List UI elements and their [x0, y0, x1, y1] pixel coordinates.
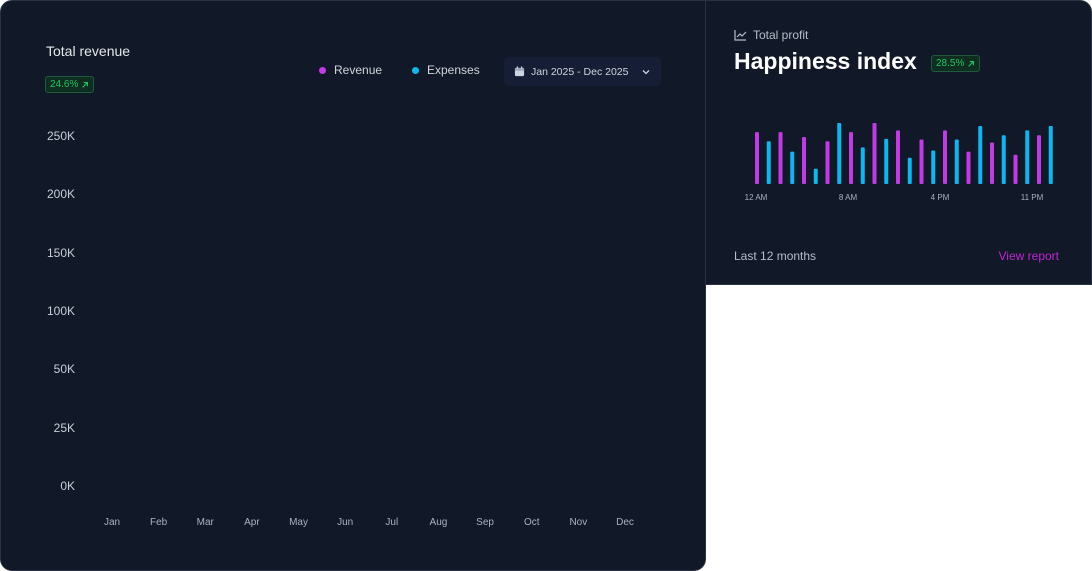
happiness-bar [778, 132, 783, 184]
profit-card-header: Total profit [734, 28, 808, 42]
total-profit-card: Total profit Happiness index 28.5% 12 AM… [705, 0, 1092, 285]
x-tick-label: Nov [569, 517, 588, 528]
calendar-icon [514, 66, 525, 77]
profit-change-value: 28.5% [936, 58, 965, 69]
revenue-legend-dot [319, 66, 326, 74]
legend-expenses: Expenses [412, 63, 480, 77]
y-tick-label: 150K [46, 245, 75, 260]
profit-change-badge: 28.5% [931, 55, 981, 72]
mini-x-tick-label: 11 PM [1021, 193, 1044, 202]
legend-expenses-label: Expenses [427, 63, 480, 77]
expenses-legend-dot [412, 66, 419, 74]
view-report-link[interactable]: View report [999, 249, 1059, 263]
y-tick-label: 25K [53, 420, 75, 435]
x-tick-label: Dec [616, 517, 634, 528]
happiness-bar [954, 139, 959, 184]
happiness-bar [896, 130, 900, 184]
happiness-bar [1001, 135, 1006, 184]
total-revenue-card: Total revenue 24.6% Revenue Expenses Jan… [0, 0, 706, 571]
revenue-change-value: 24.6% [50, 79, 79, 90]
y-tick-label: 100K [46, 304, 75, 318]
happiness-bar [766, 141, 771, 184]
x-tick-label: Aug [429, 517, 448, 528]
happiness-bar [825, 141, 830, 184]
revenue-change-badge: 24.6% [45, 76, 95, 93]
happiness-bar [837, 123, 842, 184]
y-tick-label: 50K [53, 362, 75, 377]
x-tick-label: Jul [385, 517, 399, 528]
profit-card-label: Total profit [753, 28, 809, 42]
mini-x-tick-label: 12 AM [745, 193, 768, 202]
x-tick-label: Jan [103, 517, 121, 528]
happiness-bar [872, 123, 877, 184]
happiness-bar [755, 132, 759, 184]
y-tick-label: 0K [60, 479, 75, 493]
mini-x-tick-label: 8 AM [839, 193, 858, 202]
x-tick-label: Mar [196, 517, 214, 528]
happiness-bar [802, 137, 806, 184]
legend-revenue: Revenue [319, 63, 382, 77]
happiness-bar-chart: 12 AM 8 AM 4 PM 11 PM [745, 123, 1053, 202]
line-chart-icon [734, 30, 747, 41]
x-tick-label: Oct [523, 517, 540, 528]
happiness-bar [919, 139, 924, 184]
x-tick-label: May [289, 517, 308, 528]
happiness-bar [849, 132, 853, 184]
happiness-bar [860, 147, 865, 184]
happiness-bar [790, 151, 795, 184]
happiness-bar [978, 126, 983, 184]
x-tick-label: Apr [244, 517, 260, 528]
arrow-up-right-icon [82, 81, 89, 88]
arrow-up-right-icon [968, 60, 975, 67]
y-tick-label: 200K [46, 187, 75, 202]
happiness-bar [884, 138, 889, 184]
happiness-bar [990, 142, 994, 184]
chevron-down-icon [642, 69, 650, 74]
happiness-bar [813, 168, 818, 184]
happiness-bar [1037, 135, 1041, 184]
happiness-index-title: Happiness index [734, 48, 917, 74]
happiness-bar [1048, 126, 1053, 184]
happiness-bar [966, 151, 971, 184]
happiness-bar [907, 157, 912, 184]
x-tick-label: Sep [476, 517, 494, 528]
x-tick-label: Jun [337, 517, 354, 528]
happiness-bar [1013, 154, 1018, 184]
period-label: Last 12 months [734, 249, 817, 263]
happiness-bar [1025, 130, 1030, 184]
y-tick-label: 250K [46, 129, 75, 143]
happiness-bar [931, 150, 936, 184]
mini-x-tick-label: 4 PM [931, 193, 950, 202]
x-tick-label: Feb [150, 517, 168, 528]
date-range-value: Jan 2025 - Dec 2025 [531, 65, 629, 78]
legend-revenue-label: Revenue [334, 63, 383, 77]
revenue-card-title: Total revenue [46, 43, 131, 59]
happiness-bar [943, 130, 947, 184]
date-range-picker[interactable]: Jan 2025 - Dec 2025 [504, 57, 661, 86]
